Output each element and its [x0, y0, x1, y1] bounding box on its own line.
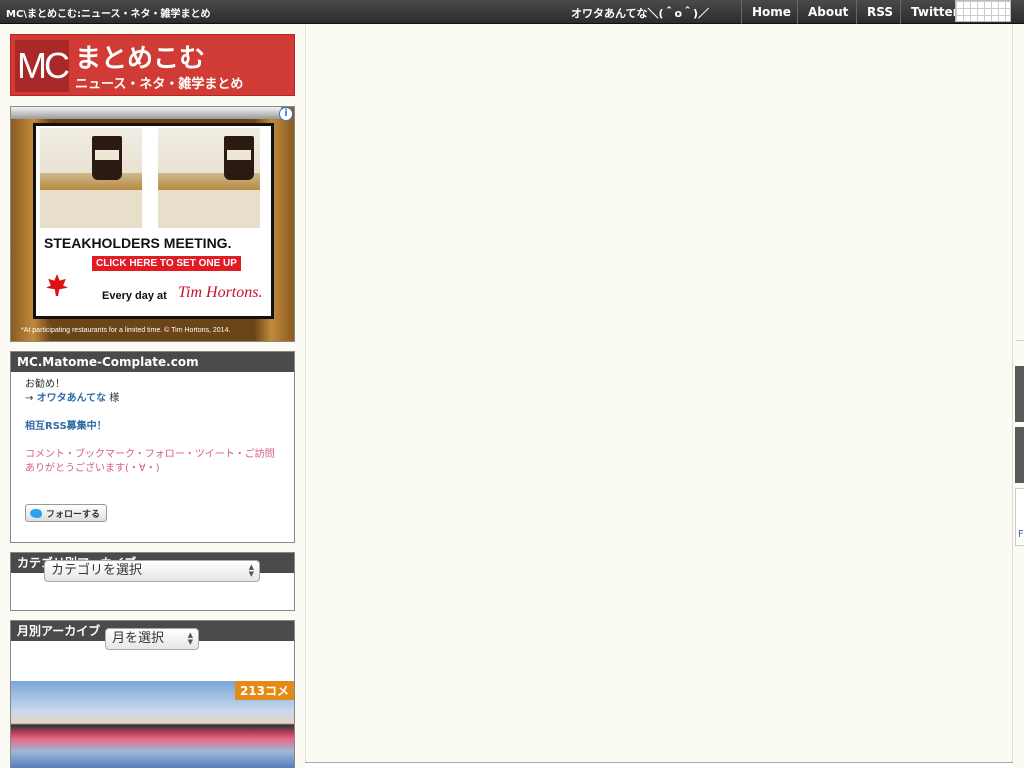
- nav-rss-link[interactable]: RSS: [856, 0, 900, 24]
- ad-tagline: Every day at: [102, 290, 167, 302]
- main-content-bottom-edge: [305, 762, 1013, 768]
- coffee-cup-icon: [224, 136, 254, 180]
- honorific: 様: [109, 393, 120, 404]
- ad-fine-print: *At participating restaurants for a limi…: [21, 327, 231, 334]
- advertisement[interactable]: i STEAKHOLDERS MEETING. CLICK HERE TO SE…: [10, 106, 295, 342]
- logo-title: まとめこむ: [75, 44, 206, 74]
- ad-brand-logo: Tim Hortons.: [178, 284, 263, 301]
- header-tagline[interactable]: オワタあんてな＼(＾o＾)／: [571, 5, 709, 21]
- site-title: MC\まとめこむ:ニュース・ネタ・雑学まとめ: [6, 9, 211, 20]
- category-select-value: カテゴリを選択: [51, 563, 143, 578]
- month-select[interactable]: 月を選択 ▲ ▼: [105, 628, 199, 650]
- follow-label: フォローする: [46, 510, 101, 520]
- monthly-archive-widget: 月別アーカイブ 月を選択 ▲ ▼ 213コメ: [10, 620, 295, 768]
- right-edge-label: F: [1018, 529, 1024, 540]
- profile-widget: MC.Matome-Complate.com お勧め！ → オワタあんてな 様 …: [10, 351, 295, 543]
- select-arrows-icon: ▲ ▼: [187, 631, 193, 646]
- right-edge-divider: [1016, 340, 1024, 358]
- logo-subtitle: ニュース・ネタ・雑学まとめ: [75, 77, 244, 92]
- twitter-follow-button[interactable]: フォローする: [25, 504, 108, 522]
- grid-widget[interactable]: [955, 0, 1011, 22]
- food-photo: [40, 128, 142, 228]
- nav-about-link[interactable]: About: [797, 0, 856, 24]
- select-arrows-icon: ▲ ▼: [248, 563, 254, 578]
- right-edge-panel[interactable]: F: [1015, 488, 1024, 546]
- right-edge-tab[interactable]: [1015, 366, 1024, 422]
- arrow-icon: →: [25, 393, 34, 404]
- recommend-label: お勧め！: [25, 379, 65, 390]
- logo-mark: MC: [15, 40, 70, 92]
- twitter-bird-icon: [30, 509, 42, 518]
- main-content: [305, 24, 1013, 768]
- food-photo: [158, 128, 260, 228]
- ad-cta-button[interactable]: CLICK HERE TO SET ONE UP: [92, 256, 241, 271]
- ad-info-icon[interactable]: i: [279, 107, 293, 121]
- site-logo-banner[interactable]: MC まとめこむ ニュース・ネタ・雑学まとめ: [10, 34, 295, 96]
- category-select[interactable]: カテゴリを選択 ▲ ▼: [44, 560, 260, 582]
- right-edge-tab[interactable]: [1015, 427, 1024, 483]
- top-bar: MC\まとめこむ:ニュース・ネタ・雑学まとめ オワタあんてな＼(＾o＾)／ Ho…: [0, 0, 1024, 24]
- maple-leaf-icon: [46, 274, 68, 296]
- comment-count-badge: 213コメ: [234, 681, 294, 700]
- thanks-message: コメント・ブックマーク・フォロー・ツイート・ご訪問ありがとうございます(・∀・): [25, 449, 275, 474]
- ad-creative[interactable]: STEAKHOLDERS MEETING. CLICK HERE TO SET …: [33, 123, 274, 319]
- nav-twitter-link[interactable]: Twitter: [900, 0, 960, 24]
- article-thumbnail[interactable]: 213コメ: [11, 681, 294, 768]
- ad-top-rail: [11, 107, 281, 119]
- month-select-value: 月を選択: [112, 631, 165, 646]
- coffee-cup-icon: [92, 136, 122, 180]
- nav-home-link[interactable]: Home: [741, 0, 797, 24]
- category-archive-widget: カテゴリ別アーカイブ カテゴリを選択 ▲▼: [10, 552, 295, 611]
- widget-title: MC.Matome-Complate.com: [11, 352, 294, 372]
- antenna-link[interactable]: オワタあんてな: [37, 393, 107, 404]
- ad-headline: STEAKHOLDERS MEETING.: [44, 235, 232, 251]
- mutual-rss-link[interactable]: 相互RSS募集中！: [25, 420, 294, 434]
